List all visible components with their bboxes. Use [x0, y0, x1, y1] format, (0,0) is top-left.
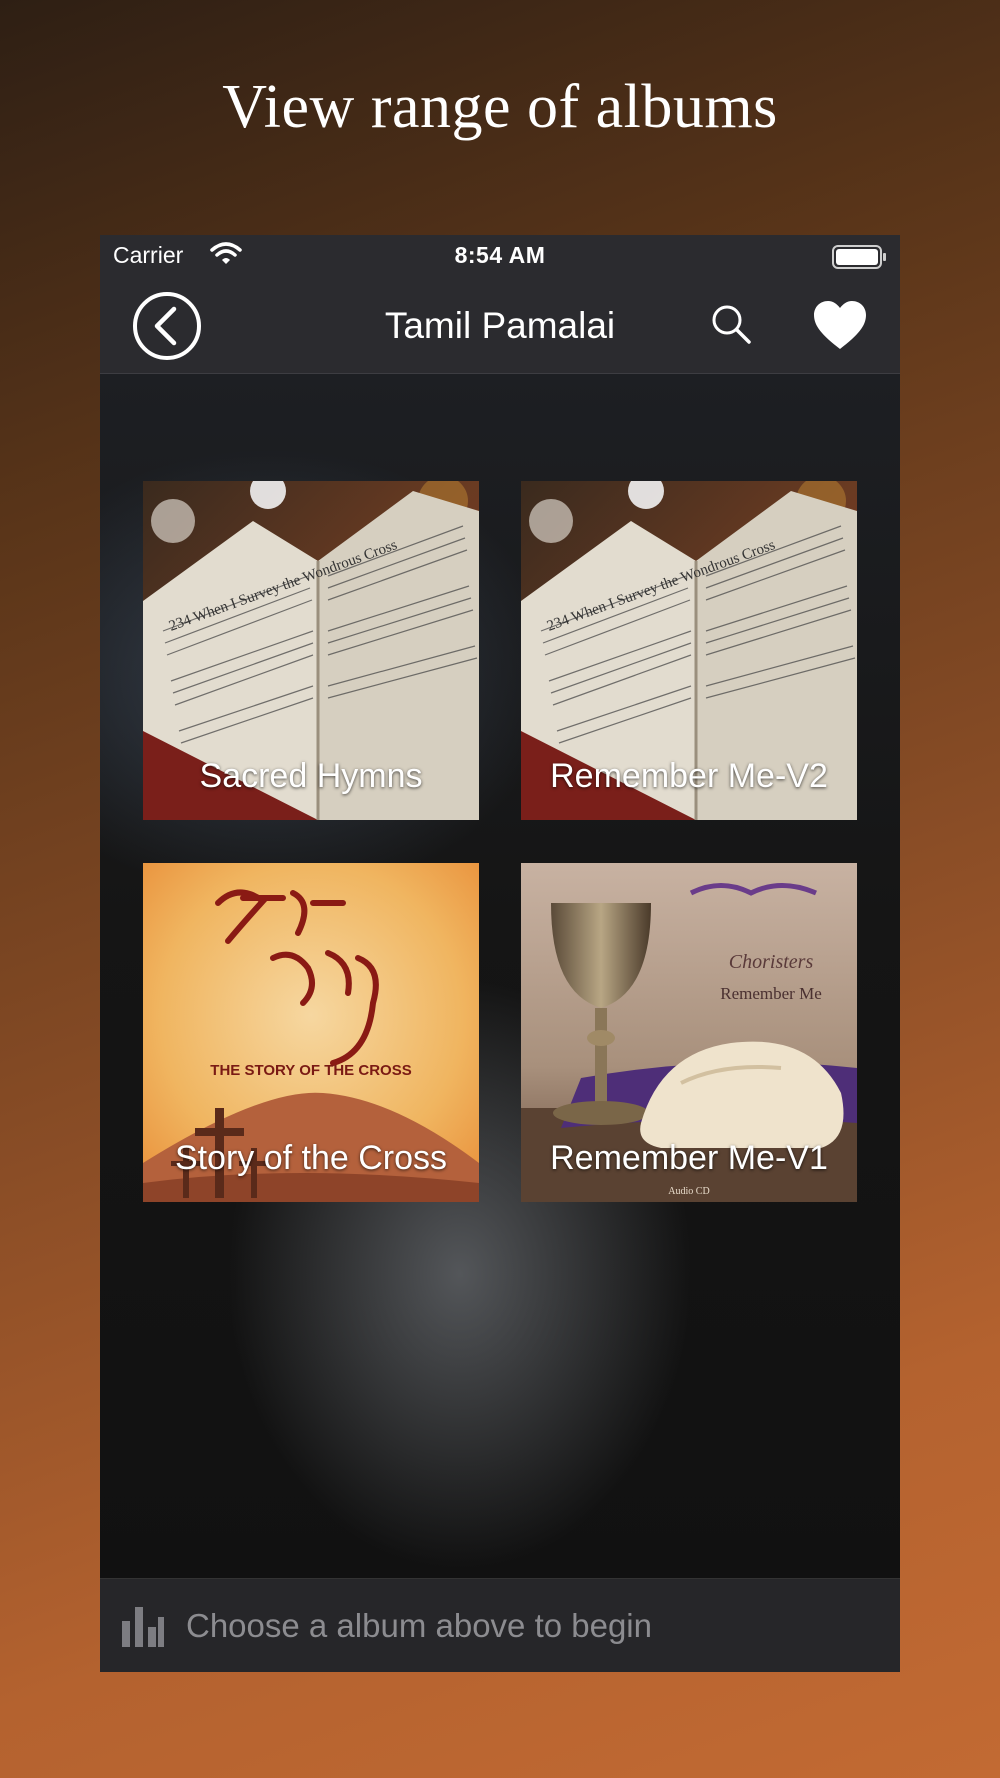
album-title: Story of the Cross [174, 1139, 448, 1177]
album-tile-remember-me-v2[interactable]: 234 When I Survey the Wondrous Cross Rem… [521, 481, 857, 820]
svg-text:Audio CD: Audio CD [668, 1186, 709, 1197]
album-title: Remember Me-V1 [550, 1139, 828, 1177]
album-grid: 234 When I Survey the Wondrous Cross Sac… [100, 374, 900, 1579]
battery-icon [832, 245, 886, 269]
now-playing-bar[interactable]: Choose a album above to begin [100, 1578, 900, 1672]
status-bar: Carrier 8:54 AM [100, 235, 900, 279]
now-playing-placeholder: Choose a album above to begin [186, 1607, 652, 1644]
album-tile-remember-me-v1[interactable]: Choristers Remember Me Audio CD Remember… [521, 863, 857, 1202]
audio-bars-icon [122, 1607, 164, 1647]
svg-text:Remember Me: Remember Me [720, 984, 822, 1003]
album-tile-sacred-hymns[interactable]: 234 When I Survey the Wondrous Cross Sac… [143, 481, 479, 820]
nav-title: Tamil Pamalai [384, 305, 616, 346]
navigation-bar: Tamil Pamalai [100, 279, 900, 374]
album-title: Sacred Hymns [199, 757, 423, 795]
album-title: Remember Me-V2 [550, 757, 828, 795]
album-tile-story-of-the-cross[interactable]: THE STORY OF THE CROSS Story of the Cros… [143, 863, 479, 1202]
svg-text:THE STORY OF THE CROSS: THE STORY OF THE CROSS [210, 1062, 411, 1079]
phone-screen: Carrier 8:54 AM Tamil Pamalai 234 When I… [100, 235, 900, 1672]
clock: 8:54 AM [454, 242, 546, 268]
headline: View range of albums [222, 73, 778, 141]
svg-text:Choristers: Choristers [729, 951, 814, 973]
search-icon[interactable] [708, 301, 756, 349]
heart-icon[interactable] [812, 299, 868, 353]
